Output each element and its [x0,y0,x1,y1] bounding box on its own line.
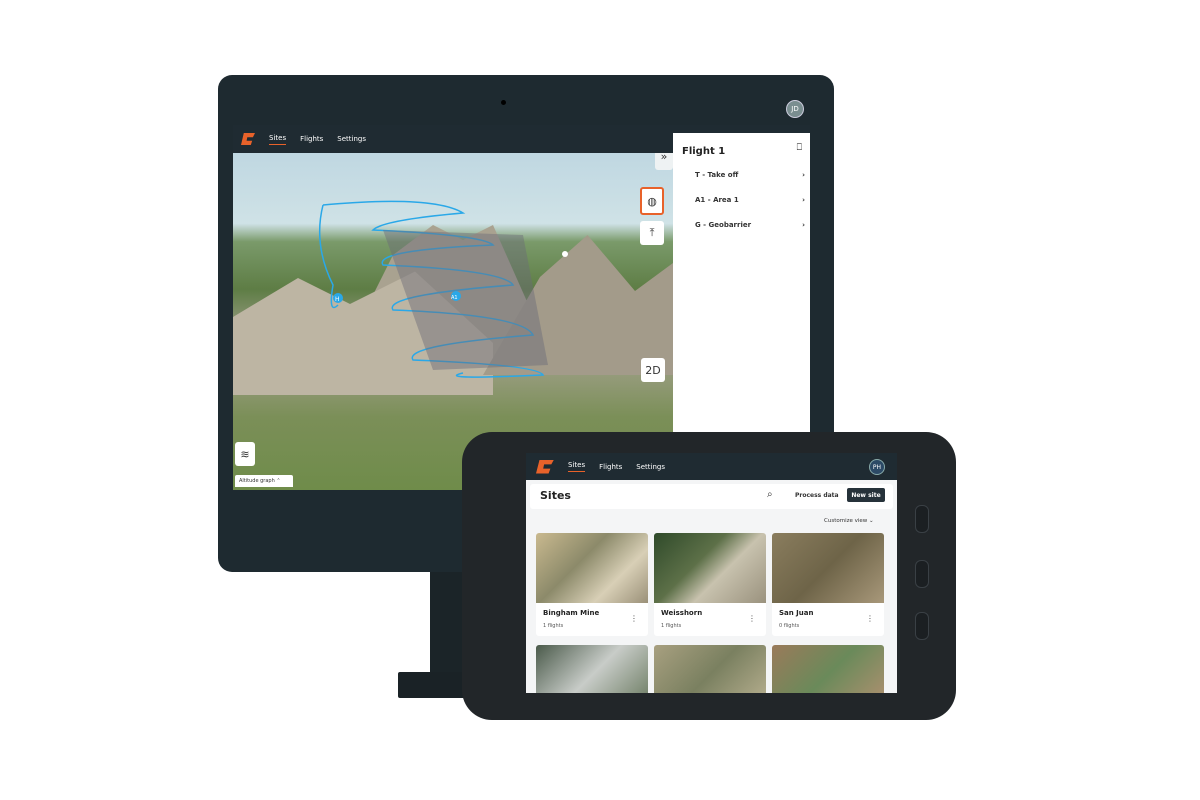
page-title: Sites [540,489,571,502]
logo [536,459,554,474]
tablet-screen: Sites Flights Settings PH Sites ⌕ Proces… [526,453,897,693]
customize-view-dropdown[interactable]: Customize view ⌄ [824,518,874,524]
marker-a1[interactable]: A1 [451,295,458,301]
panel-item-takeoff[interactable]: T - Take off › [695,171,805,179]
upload-icon: ⤒ [649,226,655,239]
item-label: A1 - Area 1 [695,196,739,204]
tablet-button [915,560,929,588]
nav-settings[interactable]: Settings [636,463,665,471]
altitude-graph-label: Altitude graph [239,478,275,484]
item-label: G - Geobarrier [695,221,752,229]
panel-title: Flight 1 [682,146,726,157]
chevron-right-icon: › [802,221,805,229]
layers-icon: ≋ [240,447,250,461]
site-name: Bingham Mine [543,609,600,617]
nav-sites[interactable]: Sites [269,134,287,145]
site-thumbnail [536,533,648,603]
site-card[interactable] [536,645,648,693]
top-nav: Sites Flights Settings PH [526,453,897,480]
panel-item-area[interactable]: A1 - Area 1 › [695,196,805,204]
tablet-button [915,505,929,533]
more-options-icon[interactable]: ⋮ [630,614,638,623]
process-data-button[interactable]: Process data [795,492,839,499]
chevron-right-icon: › [802,196,805,204]
chevron-right-icon: › [802,171,805,179]
site-flights: 1 flights [661,623,682,629]
site-card[interactable]: Bingham Mine 1 flights ⋮ [536,533,648,636]
area-button[interactable]: ◍ [640,187,664,215]
site-thumbnail [772,533,884,603]
area-icon: ◍ [647,194,657,208]
camera [501,100,506,105]
site-thumbnail [654,533,766,603]
item-label: T - Take off [695,171,739,179]
nav-flights[interactable]: Flights [300,135,323,143]
view-2d-button[interactable]: 2D [641,358,665,382]
logo [241,133,255,145]
new-site-button[interactable]: New site [847,488,885,502]
site-card[interactable]: San Juan 0 flights ⋮ [772,533,884,636]
marker-h[interactable]: H [335,296,340,303]
avatar[interactable]: PH [869,459,885,475]
page-header: Sites ⌕ Process data New site [530,484,893,509]
layers-button[interactable]: ≋ [235,442,255,466]
nav-sites[interactable]: Sites [568,461,586,472]
tablet-button [915,612,929,640]
search-icon[interactable]: ⌕ [767,489,773,500]
upload-button[interactable]: ⤒ [640,221,664,245]
altitude-graph-toggle[interactable]: Altitude graph ⌃ [235,475,293,487]
site-name: San Juan [779,609,814,617]
more-options-icon[interactable]: ⋮ [866,614,874,623]
nav-settings[interactable]: Settings [337,135,366,143]
site-flights: 0 flights [779,623,800,629]
customize-view-label: Customize view [824,518,868,524]
site-card[interactable]: Weisshorn 1 flights ⋮ [654,533,766,636]
nav-flights[interactable]: Flights [599,463,622,471]
more-options-icon[interactable]: ⋮ [748,614,756,623]
site-card[interactable] [654,645,766,693]
panel-item-geobarrier[interactable]: G - Geobarrier › [695,221,805,229]
site-flights: 1 flights [543,623,564,629]
site-card[interactable] [772,645,884,693]
avatar[interactable]: JD [786,100,804,118]
site-name: Weisshorn [661,609,703,617]
lock-icon[interactable]: ⎕ [797,143,802,153]
